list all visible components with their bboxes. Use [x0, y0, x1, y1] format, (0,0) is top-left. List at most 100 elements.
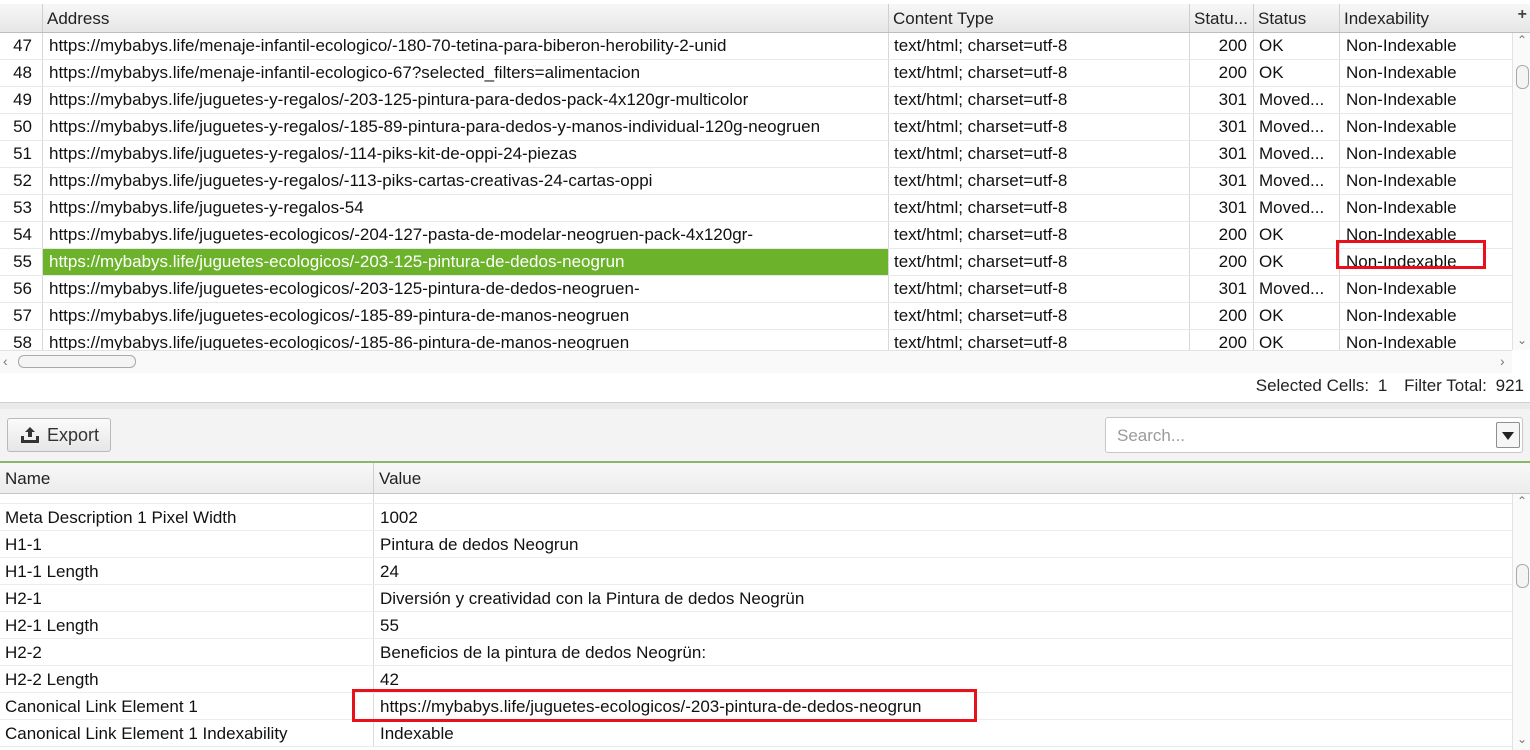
row-number-cell[interactable]: 52 — [0, 168, 43, 194]
content-type-cell[interactable]: text/html; charset=utf-8 — [889, 60, 1190, 86]
column-header-name[interactable]: Name — [0, 463, 374, 493]
row-number-cell[interactable]: 49 — [0, 87, 43, 113]
search-input[interactable] — [1106, 418, 1507, 454]
content-type-cell[interactable]: text/html; charset=utf-8 — [889, 249, 1190, 275]
row-number-cell[interactable]: 57 — [0, 303, 43, 329]
scroll-right-icon[interactable]: › — [1500, 353, 1505, 369]
address-cell[interactable]: https://mybabys.life/menaje-infantil-eco… — [43, 60, 889, 86]
row-number-cell[interactable]: 48 — [0, 60, 43, 86]
status-cell[interactable]: Moved... — [1254, 87, 1340, 113]
status-code-cell[interactable]: 301 — [1190, 276, 1254, 302]
status-cell[interactable]: Moved... — [1254, 114, 1340, 140]
indexability-cell[interactable]: Non-Indexable — [1340, 60, 1512, 86]
status-code-cell[interactable]: 301 — [1190, 87, 1254, 113]
content-type-cell[interactable]: text/html; charset=utf-8 — [889, 195, 1190, 221]
status-code-cell[interactable]: 200 — [1190, 222, 1254, 248]
table-row[interactable]: 53 https://mybabys.life/juguetes-y-regalo… — [0, 195, 1512, 222]
table-row[interactable]: 47 https://mybabys.life/menaje-infantil-e… — [0, 33, 1512, 60]
indexability-cell[interactable]: Non-Indexable — [1340, 303, 1512, 329]
table-row[interactable]: 52 https://mybabys.life/juguetes-y-regalo… — [0, 168, 1512, 195]
scroll-down-icon[interactable]: ⌄ — [1517, 333, 1527, 347]
indexability-cell[interactable]: Non-Indexable — [1340, 330, 1512, 350]
row-number-cell[interactable]: 50 — [0, 114, 43, 140]
column-header-row-number[interactable] — [0, 4, 43, 32]
column-header-address[interactable]: Address — [43, 4, 889, 32]
address-cell[interactable]: https://mybabys.life/juguetes-ecologicos… — [43, 303, 889, 329]
status-cell[interactable]: OK — [1254, 249, 1340, 275]
row-number-cell[interactable]: 56 — [0, 276, 43, 302]
row-number-cell[interactable]: 47 — [0, 33, 43, 59]
add-column-icon[interactable]: + — [1518, 6, 1527, 24]
grid-horizontal-scrollbar[interactable]: ‹ › — [0, 350, 1512, 373]
status-code-cell[interactable]: 200 — [1190, 249, 1254, 275]
details-row[interactable]: H2-1 Diversión y creatividad con la Pintu… — [0, 585, 1512, 612]
search-dropdown-button[interactable] — [1496, 422, 1520, 448]
row-number-cell[interactable]: 51 — [0, 141, 43, 167]
status-code-cell[interactable]: 200 — [1190, 33, 1254, 59]
content-type-cell[interactable]: text/html; charset=utf-8 — [889, 141, 1190, 167]
status-cell[interactable]: OK — [1254, 60, 1340, 86]
table-row[interactable]: 56 https://mybabys.life/juguetes-ecologic… — [0, 276, 1512, 303]
details-row[interactable]: H2-2 Beneficios de la pintura de dedos Ne… — [0, 639, 1512, 666]
content-type-cell[interactable]: text/html; charset=utf-8 — [889, 33, 1190, 59]
search-box[interactable] — [1105, 417, 1523, 454]
status-cell[interactable]: OK — [1254, 303, 1340, 329]
details-row[interactable]: Canonical Link Element 1 Indexability Ind… — [0, 720, 1512, 747]
address-cell[interactable]: https://mybabys.life/juguetes-ecologicos… — [43, 249, 889, 275]
content-type-cell[interactable]: text/html; charset=utf-8 — [889, 168, 1190, 194]
indexability-cell[interactable]: Non-Indexable — [1340, 33, 1512, 59]
status-cell[interactable]: Moved... — [1254, 276, 1340, 302]
row-number-cell[interactable]: 54 — [0, 222, 43, 248]
details-row[interactable]: H2-1 Length 55 — [0, 612, 1512, 639]
column-header-indexability[interactable]: Indexability — [1340, 4, 1512, 32]
address-cell[interactable]: https://mybabys.life/juguetes-y-regalos-… — [43, 195, 889, 221]
content-type-cell[interactable]: text/html; charset=utf-8 — [889, 114, 1190, 140]
indexability-cell[interactable]: Non-Indexable — [1340, 114, 1512, 140]
address-cell[interactable]: https://mybabys.life/menaje-infantil-eco… — [43, 33, 889, 59]
address-cell[interactable]: https://mybabys.life/juguetes-y-regalos/… — [43, 141, 889, 167]
table-row[interactable]: 55 https://mybabys.life/juguetes-ecologic… — [0, 249, 1512, 276]
status-cell[interactable]: Moved... — [1254, 195, 1340, 221]
table-row[interactable]: 50 https://mybabys.life/juguetes-y-regalo… — [0, 114, 1512, 141]
status-code-cell[interactable]: 200 — [1190, 303, 1254, 329]
status-cell[interactable]: OK — [1254, 330, 1340, 350]
address-cell[interactable]: https://mybabys.life/juguetes-ecologicos… — [43, 276, 889, 302]
status-cell[interactable]: Moved... — [1254, 141, 1340, 167]
status-cell[interactable]: Moved... — [1254, 168, 1340, 194]
details-scroll-down-icon[interactable]: ⌄ — [1517, 732, 1527, 746]
grid-horizontal-scroll-thumb[interactable] — [18, 355, 136, 368]
content-type-cell[interactable]: text/html; charset=utf-8 — [889, 330, 1190, 350]
details-vertical-scrollbar[interactable]: ⌃ ⌄ — [1512, 494, 1530, 750]
status-code-cell[interactable]: 301 — [1190, 168, 1254, 194]
content-type-cell[interactable]: text/html; charset=utf-8 — [889, 276, 1190, 302]
column-header-status[interactable]: Status — [1254, 4, 1340, 32]
content-type-cell[interactable]: text/html; charset=utf-8 — [889, 303, 1190, 329]
status-code-cell[interactable]: 301 — [1190, 195, 1254, 221]
table-row[interactable]: 51 https://mybabys.life/juguetes-y-regalo… — [0, 141, 1512, 168]
row-number-cell[interactable]: 53 — [0, 195, 43, 221]
address-cell[interactable]: https://mybabys.life/juguetes-y-regalos/… — [43, 87, 889, 113]
address-cell[interactable]: https://mybabys.life/juguetes-ecologicos… — [43, 330, 889, 350]
column-header-content-type[interactable]: Content Type — [889, 4, 1190, 32]
column-header-status-code[interactable]: Statu... — [1190, 4, 1254, 32]
column-header-value[interactable]: Value — [374, 463, 1512, 493]
export-button[interactable]: Export — [7, 418, 111, 452]
table-row[interactable]: 54 https://mybabys.life/juguetes-ecologic… — [0, 222, 1512, 249]
indexability-cell[interactable]: Non-Indexable — [1340, 276, 1512, 302]
status-cell[interactable]: OK — [1254, 222, 1340, 248]
address-cell[interactable]: https://mybabys.life/juguetes-y-regalos/… — [43, 168, 889, 194]
indexability-cell[interactable]: Non-Indexable — [1340, 195, 1512, 221]
address-cell[interactable]: https://mybabys.life/juguetes-y-regalos/… — [43, 114, 889, 140]
row-number-cell[interactable]: 55 — [0, 249, 43, 275]
row-number-cell[interactable]: 58 — [0, 330, 43, 350]
grid-vertical-scroll-thumb[interactable] — [1516, 65, 1529, 89]
details-row-partial[interactable] — [0, 494, 1512, 504]
table-row[interactable]: 49 https://mybabys.life/juguetes-y-regalo… — [0, 87, 1512, 114]
status-code-cell[interactable]: 200 — [1190, 330, 1254, 350]
content-type-cell[interactable]: text/html; charset=utf-8 — [889, 222, 1190, 248]
details-scroll-up-icon[interactable]: ⌃ — [1517, 494, 1527, 508]
table-row[interactable]: 57 https://mybabys.life/juguetes-ecologic… — [0, 303, 1512, 330]
table-row[interactable]: 48 https://mybabys.life/menaje-infantil-e… — [0, 60, 1512, 87]
indexability-cell[interactable]: Non-Indexable — [1340, 141, 1512, 167]
table-row[interactable]: 58 https://mybabys.life/juguetes-ecologic… — [0, 330, 1512, 350]
